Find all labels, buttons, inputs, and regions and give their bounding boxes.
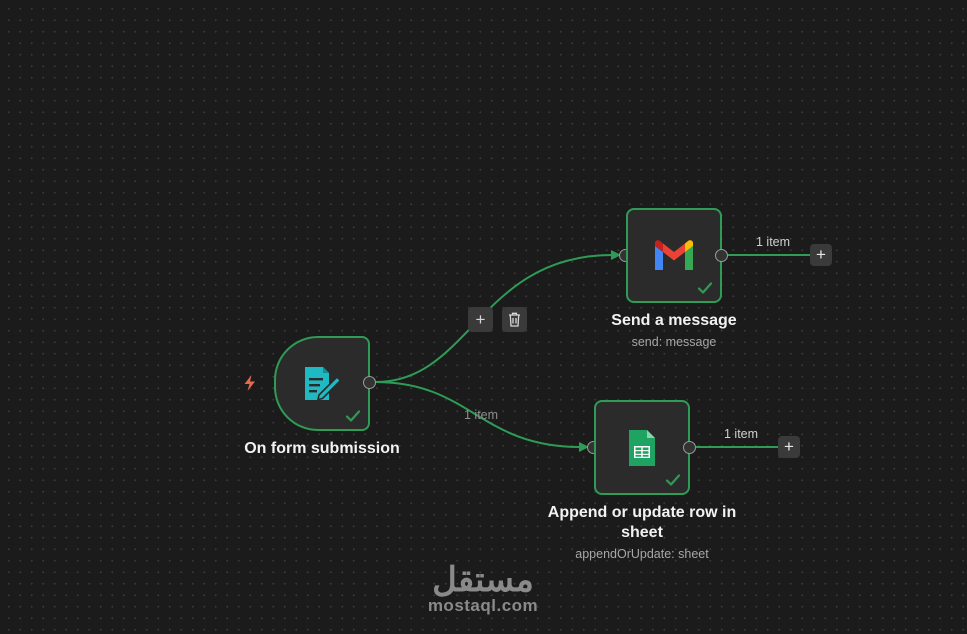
mostaql-watermark: مستقل mostaql.com — [418, 560, 548, 616]
gmail-output-handle[interactable] — [715, 249, 728, 262]
trigger-bolt-icon — [244, 375, 255, 391]
watermark-logo: مستقل — [432, 561, 534, 599]
sheets-add-next-node-button[interactable]: + — [778, 436, 800, 458]
trigger-output-handle[interactable] — [363, 376, 376, 389]
sheets-output-handle[interactable] — [683, 441, 696, 454]
node-send-a-message[interactable] — [626, 208, 722, 303]
watermark-text: mostaql.com — [427, 596, 539, 615]
node-title-gmail: Send a message — [611, 312, 737, 329]
edge-add-node-button[interactable]: + — [468, 307, 493, 332]
trash-icon — [509, 312, 520, 327]
node-subtitle-gmail: send: message — [631, 335, 717, 349]
node-title-sheets: Append or update row in sheet — [547, 504, 737, 541]
edge-delete-button[interactable] — [502, 307, 527, 332]
success-check-icon — [345, 410, 361, 422]
gmail-add-next-node-button[interactable]: + — [810, 244, 832, 266]
node-title-trigger: On form submission — [244, 440, 400, 457]
gmail-output-item-count: 1 item — [756, 235, 791, 249]
success-check-icon — [665, 474, 681, 486]
google-sheets-icon — [629, 429, 655, 466]
plus-icon: + — [475, 309, 486, 329]
form-edit-icon — [305, 366, 342, 401]
gmail-icon — [655, 239, 693, 270]
node-append-or-update-row[interactable] — [594, 400, 690, 495]
node-on-form-submission[interactable] — [274, 336, 370, 431]
sheets-output-item-count: 1 item — [724, 427, 759, 441]
success-check-icon — [697, 282, 713, 294]
trigger-to-sheets-item-count: 1 item — [464, 408, 499, 422]
node-subtitle-sheets: appendOrUpdate: sheet — [575, 547, 709, 561]
